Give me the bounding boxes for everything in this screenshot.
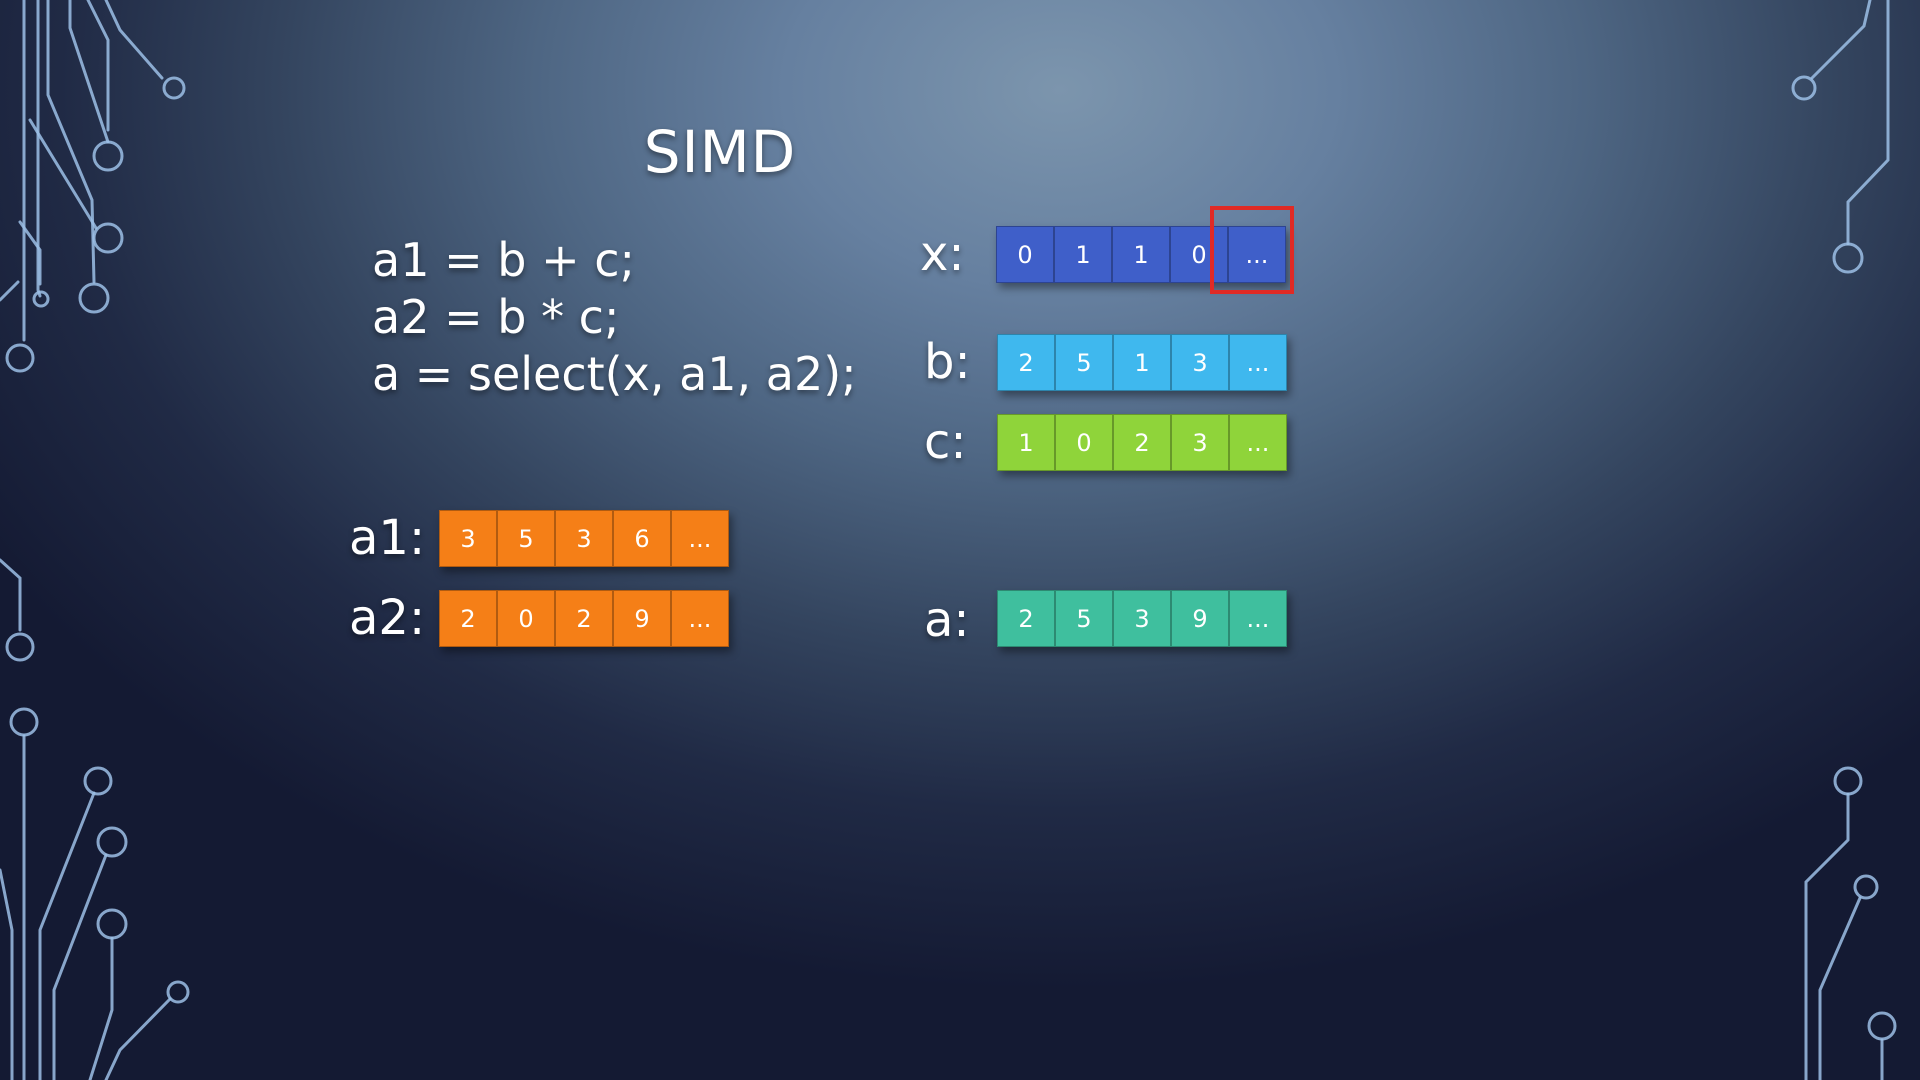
vector-a-cell: 3 <box>1113 590 1171 647</box>
vector-a2-cell: 9 <box>613 590 671 647</box>
vector-b: 2 5 1 3 ... <box>997 334 1287 391</box>
circuit-trace <box>88 936 114 1080</box>
vector-a2-cell: ... <box>671 590 729 647</box>
circuit-node <box>1791 75 1817 101</box>
vector-a-cell: 9 <box>1171 590 1229 647</box>
code-line-2: a2 = b * c; <box>372 290 620 344</box>
circuit-node <box>96 826 128 858</box>
circuit-node <box>9 707 39 737</box>
vector-a-label: a: <box>924 592 970 648</box>
vector-a1-cell: 6 <box>613 510 671 567</box>
circuit-node <box>96 908 128 940</box>
vector-c-cell: 2 <box>1113 414 1171 471</box>
vector-a2-cell: 2 <box>439 590 497 647</box>
vector-b-cell: 2 <box>997 334 1055 391</box>
vector-a: 2 5 3 9 ... <box>997 590 1287 647</box>
vector-b-label: b: <box>924 334 971 390</box>
circuit-trace <box>38 791 96 1080</box>
circuit-trace <box>0 558 22 632</box>
vector-c-cell: 1 <box>997 414 1055 471</box>
vector-a2-label: a2: <box>349 590 426 646</box>
vector-a2: 2 0 2 9 ... <box>439 590 729 647</box>
vector-a1-cell: ... <box>671 510 729 567</box>
circuit-node <box>78 282 110 314</box>
circuit-node <box>1867 1011 1897 1041</box>
circuit-node <box>1853 874 1879 900</box>
code-line-3: a = select(x, a1, a2); <box>372 347 857 401</box>
vector-b-cell: 1 <box>1113 334 1171 391</box>
vector-b-cell: ... <box>1229 334 1287 391</box>
circuit-trace <box>104 997 172 1080</box>
highlight-box <box>1210 206 1294 294</box>
vector-c-cell: 3 <box>1171 414 1229 471</box>
vector-c-cell: 0 <box>1055 414 1113 471</box>
circuit-node <box>32 290 50 308</box>
circuit-trace <box>52 853 108 1080</box>
vector-a1-cell: 3 <box>439 510 497 567</box>
circuit-node <box>92 222 124 254</box>
code-block: a1 = b + c; a2 = b * c; a = select(x, a1… <box>372 232 857 403</box>
vector-c: 1 0 2 3 ... <box>997 414 1287 471</box>
circuit-node <box>5 632 35 662</box>
circuit-trace <box>1810 0 1872 80</box>
vector-x-cell: 1 <box>1112 226 1170 283</box>
vector-b-cell: 3 <box>1171 334 1229 391</box>
vector-a-cell: ... <box>1229 590 1287 647</box>
vector-x-label: x: <box>920 226 965 282</box>
vector-a2-cell: 0 <box>497 590 555 647</box>
vector-b-cell: 5 <box>1055 334 1113 391</box>
circuit-node <box>1832 242 1864 274</box>
vector-x-cell: 1 <box>1054 226 1112 283</box>
vector-a-cell: 5 <box>1055 590 1113 647</box>
slide-title: SIMD <box>643 118 797 186</box>
code-line-1: a1 = b + c; <box>372 233 636 287</box>
circuit-trace <box>104 0 164 80</box>
vector-a1-label: a1: <box>349 510 426 566</box>
circuit-trace <box>1818 896 1862 1080</box>
vector-a1-cell: 3 <box>555 510 613 567</box>
vector-a1-cell: 5 <box>497 510 555 567</box>
vector-c-label: c: <box>924 414 967 470</box>
circuit-node <box>162 76 186 100</box>
vector-c-cell: ... <box>1229 414 1287 471</box>
vector-a1: 3 5 3 6 ... <box>439 510 729 567</box>
vector-x-cell: 0 <box>996 226 1054 283</box>
vector-a-cell: 2 <box>997 590 1055 647</box>
circuit-trace <box>0 280 20 302</box>
circuit-node <box>1833 766 1863 796</box>
circuit-trace <box>0 868 14 1080</box>
vector-a2-cell: 2 <box>555 590 613 647</box>
circuit-node <box>83 766 113 796</box>
circuit-node <box>5 343 35 373</box>
